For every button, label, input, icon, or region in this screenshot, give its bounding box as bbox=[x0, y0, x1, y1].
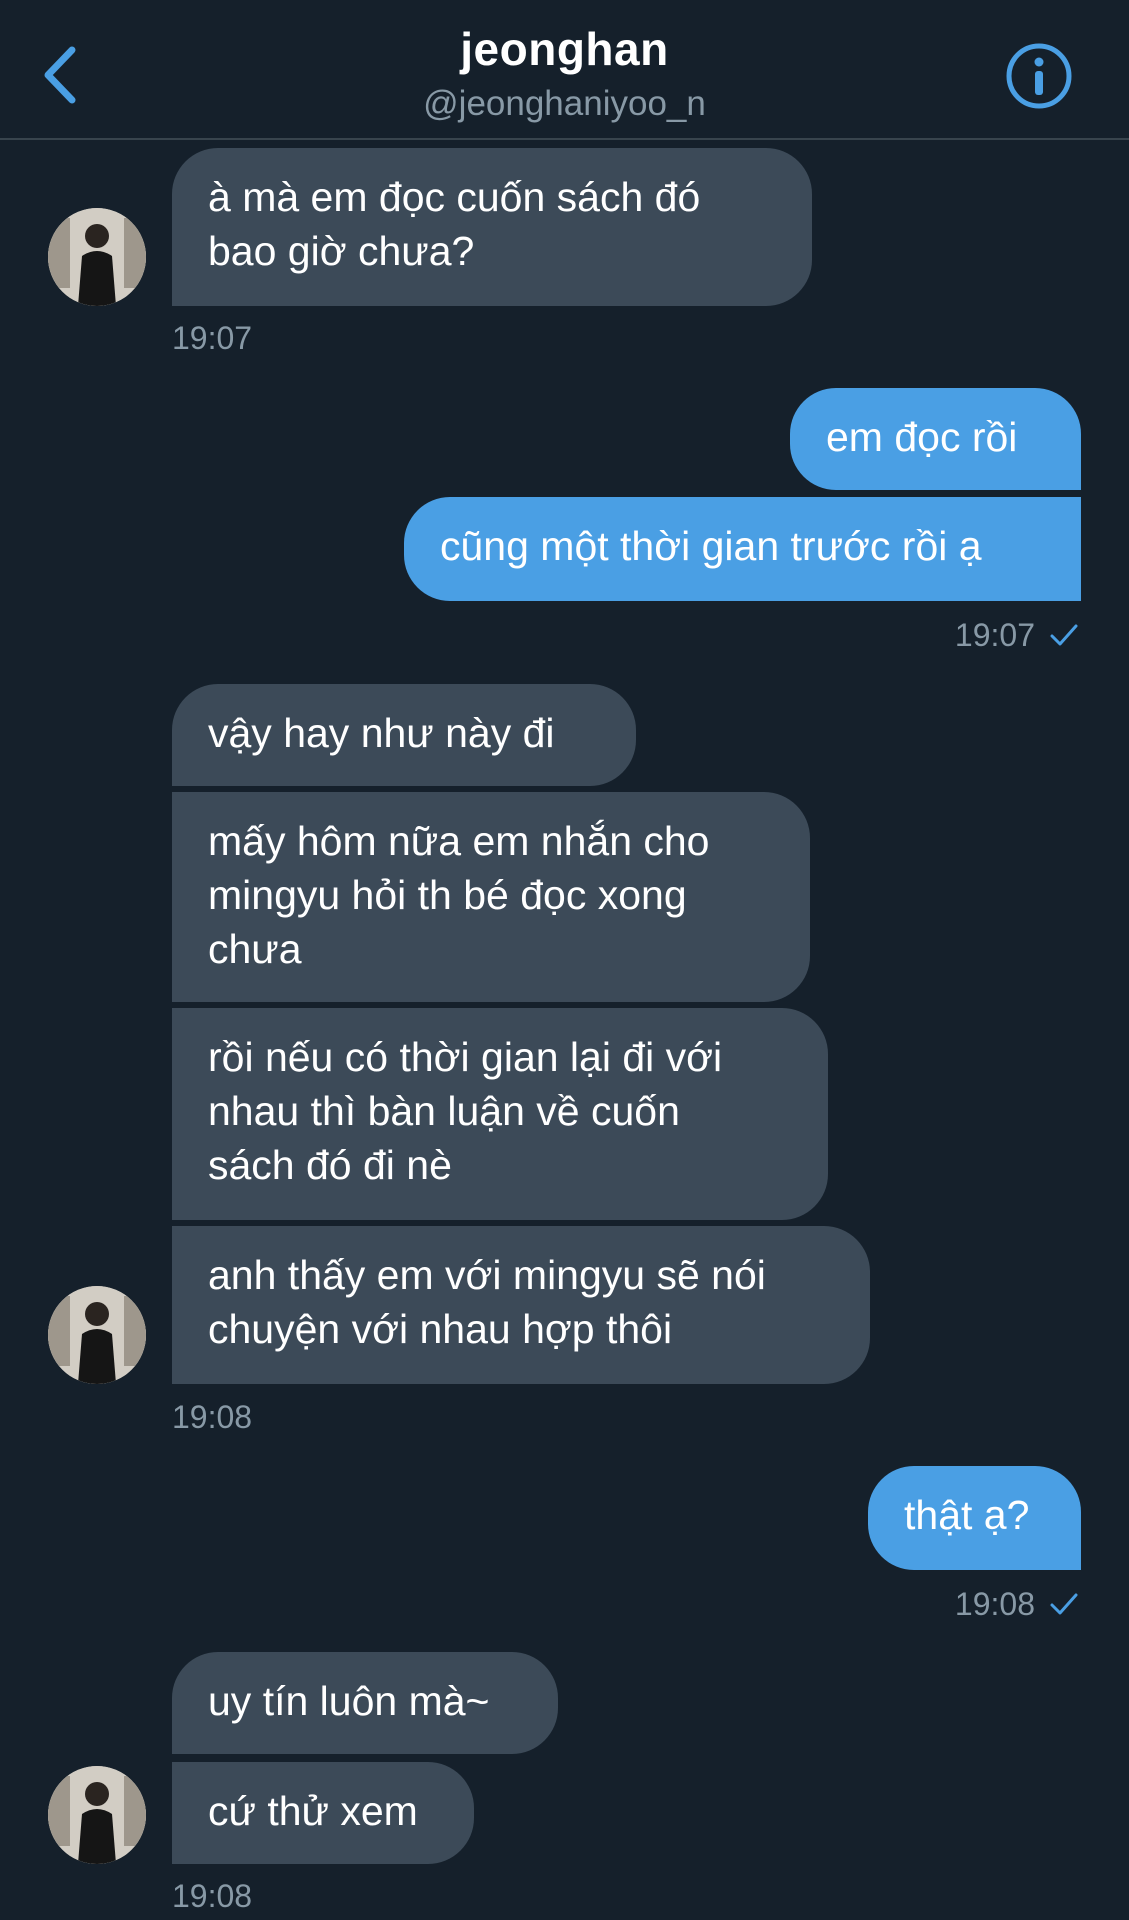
message-timestamp: 19:08 bbox=[172, 1399, 253, 1435]
contact-handle: @jeonghaniyoo_n bbox=[423, 84, 706, 123]
avatar[interactable] bbox=[48, 1766, 146, 1864]
incoming-message[interactable]: mấy hôm nữa em nhắn cho mingyu hỏi th bé… bbox=[172, 792, 810, 1002]
incoming-message[interactable]: vậy hay như này đi bbox=[172, 684, 636, 786]
incoming-message[interactable]: uy tín luôn mà~ bbox=[172, 1652, 558, 1754]
check-icon bbox=[1050, 1593, 1078, 1615]
avatar-image bbox=[48, 208, 146, 306]
outgoing-message[interactable]: em đọc rồi bbox=[790, 388, 1081, 490]
message-line: chuyện với nhau hợp thôi bbox=[208, 1306, 673, 1352]
contact-name[interactable]: jeonghan bbox=[0, 22, 1129, 76]
incoming-message[interactable]: rồi nếu có thời gian lại đi với nhau thì… bbox=[172, 1008, 828, 1220]
message-line: mấy hôm nữa em nhắn cho bbox=[208, 818, 710, 864]
message-line: à mà em đọc cuốn sách đó bbox=[208, 174, 701, 220]
info-icon bbox=[1006, 43, 1072, 109]
message-timestamp: 19:07 bbox=[172, 320, 253, 356]
avatar[interactable] bbox=[48, 208, 146, 306]
avatar[interactable] bbox=[48, 1286, 146, 1384]
message-line: sách đó đi nè bbox=[208, 1142, 452, 1188]
message-line: chưa bbox=[208, 926, 302, 972]
message-line: thật ạ? bbox=[904, 1492, 1030, 1538]
message-line: nhau thì bàn luận về cuốn bbox=[208, 1088, 680, 1134]
message-timestamp: 19:08 bbox=[172, 1878, 253, 1914]
avatar-image bbox=[48, 1286, 146, 1384]
incoming-message[interactable]: cứ thử xem bbox=[172, 1762, 474, 1864]
message-line: mingyu hỏi th bé đọc xong bbox=[208, 872, 687, 918]
avatar-image bbox=[48, 1766, 146, 1864]
incoming-message[interactable]: à mà em đọc cuốn sách đó bao giờ chưa? bbox=[172, 148, 812, 306]
message-line: uy tín luôn mà~ bbox=[208, 1678, 490, 1724]
outgoing-message[interactable]: thật ạ? bbox=[868, 1466, 1081, 1570]
check-icon bbox=[1050, 624, 1078, 646]
info-button[interactable] bbox=[1005, 42, 1073, 110]
message-line: vậy hay như này đi bbox=[208, 710, 555, 756]
message-line: cũng một thời gian trước rồi ạ bbox=[440, 523, 982, 569]
message-line: em đọc rồi bbox=[826, 414, 1018, 460]
incoming-message[interactable]: anh thấy em với mingyu sẽ nói chuyện với… bbox=[172, 1226, 870, 1384]
message-line: rồi nếu có thời gian lại đi với bbox=[208, 1034, 723, 1080]
conversation-header: jeonghan @jeonghaniyoo_n bbox=[0, 0, 1129, 140]
message-line: cứ thử xem bbox=[208, 1788, 418, 1834]
message-timestamp: 19:08 bbox=[954, 1586, 1035, 1622]
message-timestamp: 19:07 bbox=[954, 617, 1035, 653]
message-line: bao giờ chưa? bbox=[208, 228, 475, 274]
outgoing-message[interactable]: cũng một thời gian trước rồi ạ bbox=[404, 497, 1081, 601]
message-line: anh thấy em với mingyu sẽ nói bbox=[208, 1252, 766, 1298]
